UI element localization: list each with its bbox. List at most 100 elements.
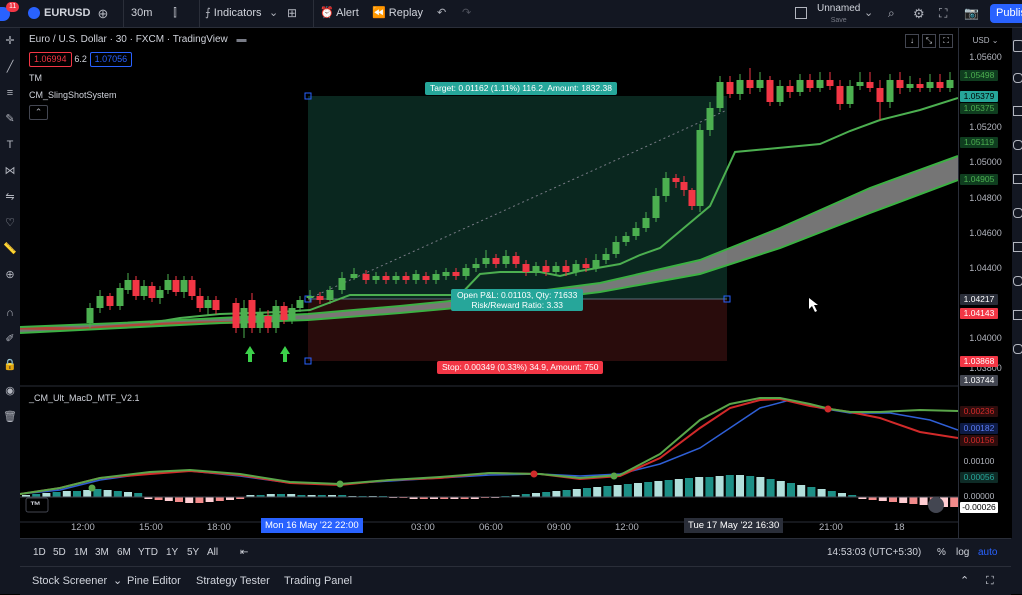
lock-icon[interactable]: 🔒	[3, 358, 17, 372]
candle-body	[256, 313, 264, 328]
clock[interactable]: 14:53:03 (UTC+5:30)	[827, 539, 921, 566]
tab-strategy-tester[interactable]: Strategy Tester	[196, 567, 270, 595]
range-5d[interactable]: 5D	[53, 539, 66, 566]
quote-row: 1.06994 6.2 1.07056	[29, 52, 133, 67]
price-scale[interactable]: USD ⌄ 1.05600 1.05200 1.04800 1.04600 1.0440…	[958, 28, 1012, 538]
alerts-icon[interactable]	[1013, 73, 1022, 83]
data-window-icon[interactable]	[1013, 106, 1022, 116]
range-1m[interactable]: 1M	[74, 539, 88, 566]
maximize-icon[interactable]: ⛶	[939, 34, 953, 48]
templates-icon[interactable]: ⊞	[287, 0, 297, 27]
trash-icon[interactable]: 🗑	[3, 410, 17, 424]
streams-icon[interactable]	[1013, 276, 1022, 286]
percent-toggle[interactable]: %	[937, 539, 946, 566]
brush-icon[interactable]: ✎	[3, 112, 17, 126]
alarm-icon: ⏰	[320, 7, 334, 19]
search-icon[interactable]: ⌕	[888, 0, 895, 27]
alert-button[interactable]: ⏰ Alert	[313, 0, 359, 27]
indicators-button[interactable]: ⨍ Indicators	[199, 0, 262, 27]
maximize-panel-icon[interactable]: ⛶	[986, 567, 994, 595]
candle-body	[532, 266, 540, 272]
notifications-icon[interactable]	[1013, 310, 1022, 320]
study-tm[interactable]: TM	[29, 73, 42, 83]
chevron-down-icon[interactable]: ⌄	[113, 567, 122, 595]
target-label[interactable]: Target: 0.01162 (1.11%) 116.2, Amount: 1…	[425, 82, 617, 95]
zoom-icon[interactable]: ⊕	[3, 268, 17, 282]
fib-icon[interactable]: ≡	[3, 86, 17, 100]
interval-button[interactable]: 30m	[123, 0, 152, 27]
watchlist-icon[interactable]	[1013, 40, 1022, 52]
log-toggle[interactable]: log	[956, 539, 969, 566]
text-icon[interactable]: T	[3, 138, 17, 152]
macd-histogram-bar	[787, 483, 795, 497]
currency-label[interactable]: USD ⌄	[959, 36, 1012, 45]
range-3m[interactable]: 3M	[95, 539, 109, 566]
candle-body	[946, 80, 954, 88]
restore-icon[interactable]: ⤡	[922, 34, 936, 48]
indicators-icon: ⨍	[205, 7, 211, 19]
collapse-panel-icon[interactable]: ⌃	[960, 567, 969, 595]
range-ytd[interactable]: YTD	[138, 539, 158, 566]
tab-trading-panel[interactable]: Trading Panel	[284, 567, 352, 595]
layout-chevron-icon[interactable]: ⌄	[864, 0, 873, 27]
symbol-search[interactable]: EURUSD	[28, 0, 90, 27]
layout-checkbox[interactable]	[795, 0, 807, 27]
open-pnl-label[interactable]: Open P&L: 0.01103, Qty: 71633 Risk/Rewar…	[451, 289, 584, 311]
tab-pine-editor[interactable]: Pine Editor	[127, 567, 181, 595]
ideas-icon[interactable]	[1013, 208, 1022, 218]
candle-body	[866, 82, 874, 88]
compare-add-icon[interactable]: ⊕	[96, 0, 110, 27]
range-1y[interactable]: 1Y	[166, 539, 178, 566]
fullscreen-icon[interactable]: ⛶	[939, 0, 947, 27]
undo-icon[interactable]: ↶	[437, 0, 446, 27]
goto-date-icon[interactable]: ⇤	[240, 539, 248, 566]
ask-price[interactable]: 1.07056	[89, 52, 133, 67]
calendar-icon[interactable]	[1013, 174, 1022, 184]
risk-reward-text: Risk/Reward Ratio: 3.33	[471, 300, 563, 310]
chart-type-icon[interactable]: ⫿	[168, 0, 182, 27]
study-slingshot[interactable]: CM_SlingShotSystem	[29, 90, 117, 100]
candle-body	[552, 266, 560, 272]
chart-pane[interactable]: ™	[20, 28, 958, 538]
bid-price[interactable]: 1.06994	[29, 52, 72, 67]
range-6m[interactable]: 6M	[117, 539, 131, 566]
more-icon[interactable]: ▬	[237, 34, 247, 45]
chat-icon[interactable]	[1013, 242, 1022, 252]
time-tick: 12:00	[71, 522, 95, 533]
symbol-label: EURUSD	[44, 7, 91, 19]
heart-icon[interactable]: ♡	[3, 216, 17, 230]
pattern-icon[interactable]: ⋈	[3, 164, 17, 178]
replay-button[interactable]: ⏪ Replay	[372, 0, 423, 27]
ruler-icon[interactable]: 📏	[3, 242, 17, 256]
range-5y[interactable]: 5Y	[187, 539, 199, 566]
magnet-icon[interactable]: ∩	[3, 306, 17, 320]
study-macd[interactable]: _CM_Ult_MacD_MTF_V2.1	[29, 393, 140, 403]
help-icon[interactable]	[1013, 344, 1022, 354]
candle-body	[916, 84, 924, 88]
publish-button[interactable]: Publish	[990, 4, 1022, 23]
macd-tag: 0.00236	[960, 406, 998, 417]
redo-icon[interactable]: ↷	[462, 0, 471, 27]
eye-icon[interactable]: ◉	[3, 384, 17, 398]
stop-label[interactable]: Stop: 0.00349 (0.33%) 34.9, Amount: 750	[437, 361, 604, 374]
tab-stock-screener[interactable]: Stock Screener	[32, 567, 107, 595]
auto-toggle[interactable]: auto	[978, 539, 997, 566]
layout-name[interactable]: Unnamed Save	[817, 3, 860, 26]
candle-body	[776, 86, 784, 102]
camera-icon[interactable]: 📷	[964, 0, 979, 27]
chevron-down-icon[interactable]: ⌄	[269, 0, 278, 27]
gear-icon[interactable]: ⚙	[913, 0, 925, 27]
price-tick: 1.04800	[969, 193, 1002, 203]
lock-draw-icon[interactable]: ✐	[3, 332, 17, 346]
arrow-down-icon[interactable]: ↓	[905, 34, 919, 48]
trendline-icon[interactable]: ╱	[3, 60, 17, 74]
range-1d[interactable]: 1D	[33, 539, 46, 566]
hotlist-icon[interactable]	[1013, 140, 1022, 150]
right-widget-bar	[1011, 28, 1022, 594]
prediction-icon[interactable]: ⇋	[3, 190, 17, 204]
collapse-legend-icon[interactable]: ⌃	[29, 105, 48, 120]
cursor-icon[interactable]: ✛	[3, 34, 17, 48]
time-tick: 12:00	[615, 522, 639, 533]
chart-canvas[interactable]: ™	[20, 28, 958, 538]
range-all[interactable]: All	[207, 539, 218, 566]
